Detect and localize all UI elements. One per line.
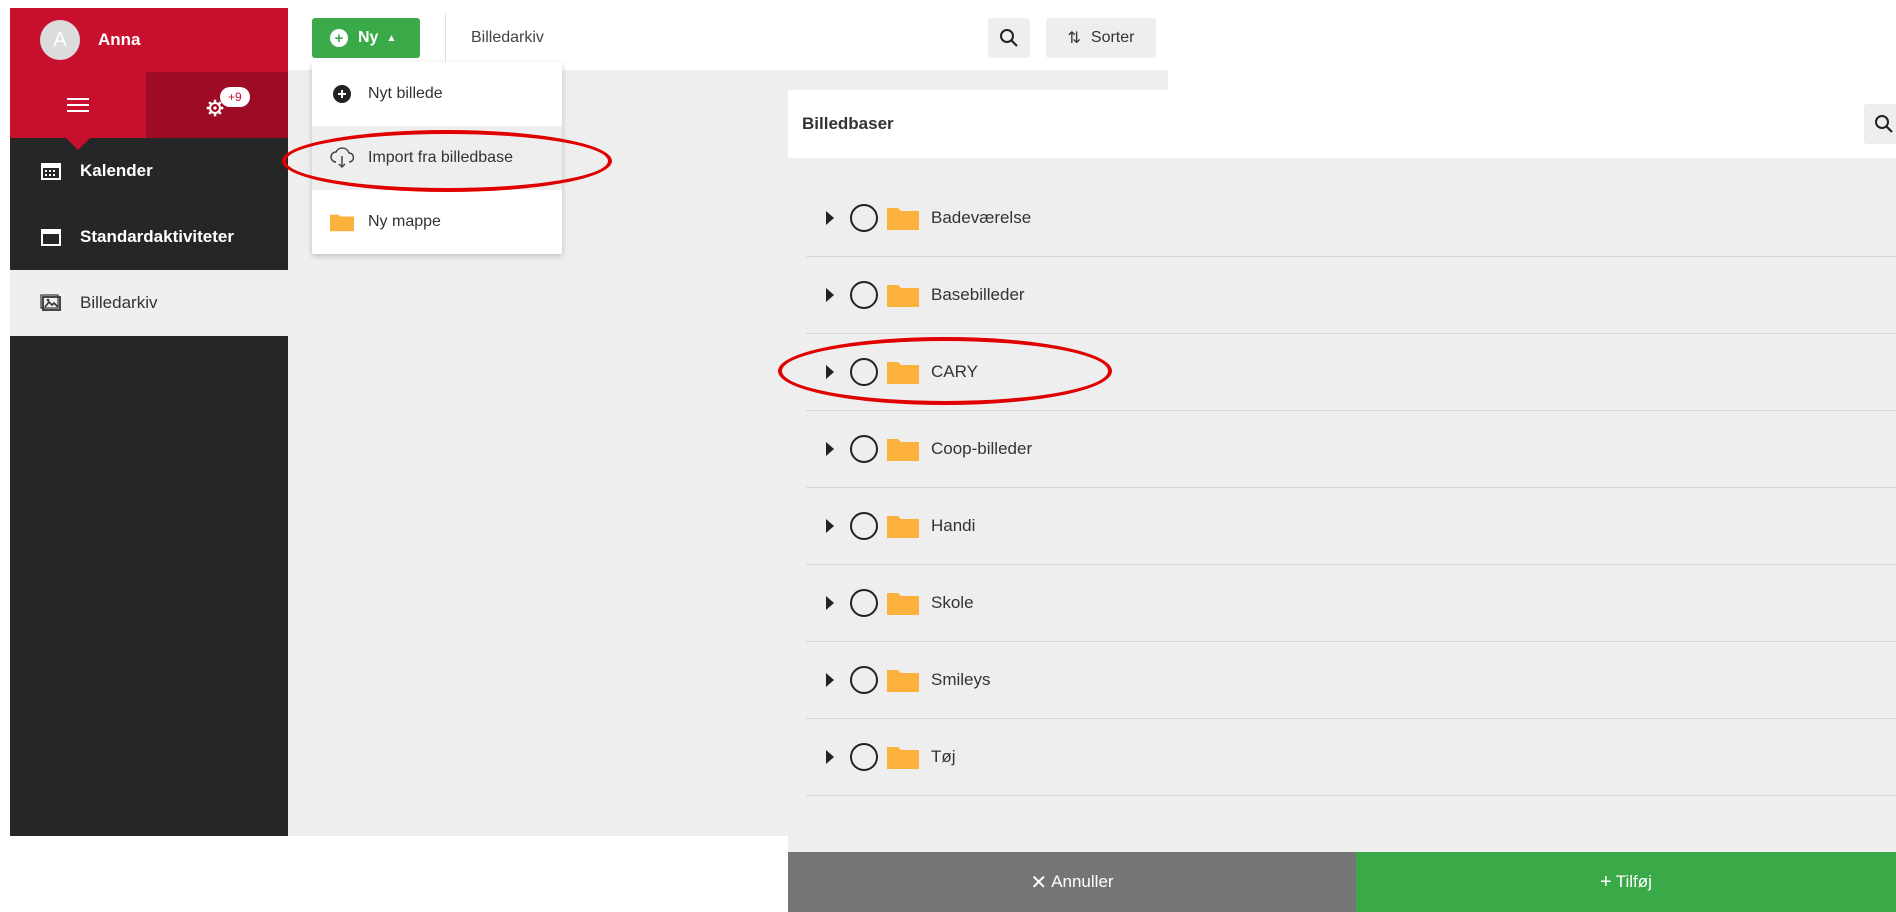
folder-row[interactable]: Handi: [806, 488, 1896, 565]
folder-row[interactable]: Skole: [806, 565, 1896, 642]
folder-row[interactable]: Basebilleder: [806, 257, 1896, 334]
sort-label: Sorter: [1090, 29, 1135, 46]
expand-arrow-icon[interactable]: [826, 365, 834, 379]
plus-circle-icon: +: [330, 29, 348, 47]
sidebar: A Anna +9 Kalender Standardaktiviteter B…: [10, 8, 288, 836]
menu-item-label: Ny mappe: [368, 213, 441, 230]
notification-badge: +9: [220, 87, 250, 107]
sidebar-item-billedarkiv[interactable]: Billedarkiv: [10, 270, 288, 336]
sidebar-tabs: +9: [10, 72, 288, 150]
add-label: Tilføj: [1615, 872, 1652, 891]
folder-icon: [887, 208, 919, 230]
calendar-icon: [40, 160, 62, 182]
settings-tab[interactable]: +9: [146, 72, 288, 138]
radio-button[interactable]: [850, 204, 878, 232]
new-dropdown-menu: Nyt billede Import fra billedbase Ny map…: [312, 62, 562, 254]
sidebar-item-kalender[interactable]: Kalender: [10, 138, 288, 204]
hamburger-icon: [67, 97, 89, 113]
sort-arrows-icon: ⇅: [1067, 30, 1081, 47]
new-button[interactable]: + Ny ▲: [312, 18, 420, 58]
chevron-up-icon: ▲: [386, 32, 397, 44]
avatar: A: [40, 20, 80, 60]
radio-button[interactable]: [850, 435, 878, 463]
radio-button[interactable]: [850, 589, 878, 617]
menu-item-new-folder[interactable]: Ny mappe: [312, 190, 562, 254]
cancel-label: Annuller: [1051, 872, 1114, 891]
radio-button[interactable]: [850, 743, 878, 771]
expand-arrow-icon[interactable]: [826, 750, 834, 764]
menu-item-import[interactable]: Import fra billedbase: [312, 126, 562, 190]
radio-button[interactable]: [850, 281, 878, 309]
folder-row[interactable]: Tøj: [806, 719, 1896, 796]
calendar-blank-icon: [40, 226, 62, 248]
expand-arrow-icon[interactable]: [826, 442, 834, 456]
dialog-title: Billedbaser: [802, 114, 894, 133]
folder-label: Handi: [931, 516, 976, 535]
radio-button[interactable]: [850, 512, 878, 540]
radio-button[interactable]: [850, 358, 878, 386]
add-circle-icon: [330, 82, 354, 106]
plus-icon: +: [1600, 870, 1612, 893]
sidebar-item-label: Kalender: [80, 161, 153, 180]
expand-arrow-icon[interactable]: [826, 211, 834, 225]
image-bank-dialog: Billedbaser Badeværelse Basebilleder CAR…: [788, 90, 1896, 912]
menu-item-label: Import fra billedbase: [368, 149, 513, 166]
folder-list: Badeværelse Basebilleder CARY Coop-bille…: [806, 180, 1896, 796]
cloud-download-icon: [330, 146, 354, 170]
search-icon: [1875, 115, 1893, 133]
folder-label: Skole: [931, 593, 974, 612]
menu-tab[interactable]: [10, 72, 146, 150]
dialog-header: Billedbaser: [788, 90, 1896, 158]
folder-row[interactable]: Smileys: [806, 642, 1896, 719]
folder-icon: [887, 362, 919, 384]
toolbar: + Ny ▲ Billedarkiv ⇅ Sorter: [288, 8, 1168, 70]
folder-icon: [887, 516, 919, 538]
image-gallery-icon: [40, 292, 62, 314]
dialog-search-button[interactable]: [1864, 104, 1896, 144]
folder-icon: [887, 285, 919, 307]
search-button[interactable]: [988, 18, 1030, 58]
menu-item-label: Nyt billede: [368, 85, 443, 102]
folder-icon: [887, 593, 919, 615]
menu-item-new-image[interactable]: Nyt billede: [312, 62, 562, 126]
breadcrumb: Billedarkiv: [471, 29, 544, 46]
folder-icon: [887, 439, 919, 461]
sidebar-item-label: Billedarkiv: [80, 293, 158, 312]
folder-label: CARY: [931, 362, 978, 381]
folder-icon: [887, 670, 919, 692]
user-name: Anna: [98, 30, 141, 49]
add-button[interactable]: + Tilføj: [1356, 852, 1896, 912]
expand-arrow-icon[interactable]: [826, 596, 834, 610]
expand-arrow-icon[interactable]: [826, 288, 834, 302]
folder-icon: [887, 747, 919, 769]
folder-label: Tøj: [931, 747, 956, 766]
expand-arrow-icon[interactable]: [826, 673, 834, 687]
sidebar-item-label: Standardaktiviteter: [80, 227, 234, 246]
folder-label: Coop-billeder: [931, 439, 1033, 458]
folder-label: Smileys: [931, 670, 991, 689]
new-button-label: Ny: [358, 29, 379, 46]
close-icon: ✕: [1030, 871, 1048, 894]
folder-row[interactable]: Coop-billeder: [806, 411, 1896, 488]
folder-icon: [330, 210, 354, 234]
radio-button[interactable]: [850, 666, 878, 694]
folder-label: Badeværelse: [931, 208, 1032, 227]
expand-arrow-icon[interactable]: [826, 519, 834, 533]
toolbar-divider: [445, 14, 446, 62]
dialog-footer: ✕ Annuller + Tilføj: [788, 852, 1896, 912]
search-icon: [1000, 29, 1018, 47]
folder-row[interactable]: Badeværelse: [806, 180, 1896, 257]
sort-button[interactable]: ⇅ Sorter: [1046, 18, 1156, 58]
cancel-button[interactable]: ✕ Annuller: [788, 852, 1356, 912]
sidebar-item-standardaktiviteter[interactable]: Standardaktiviteter: [10, 204, 288, 270]
folder-row[interactable]: CARY: [806, 334, 1896, 411]
folder-label: Basebilleder: [931, 285, 1025, 304]
user-bar[interactable]: A Anna: [10, 8, 288, 72]
